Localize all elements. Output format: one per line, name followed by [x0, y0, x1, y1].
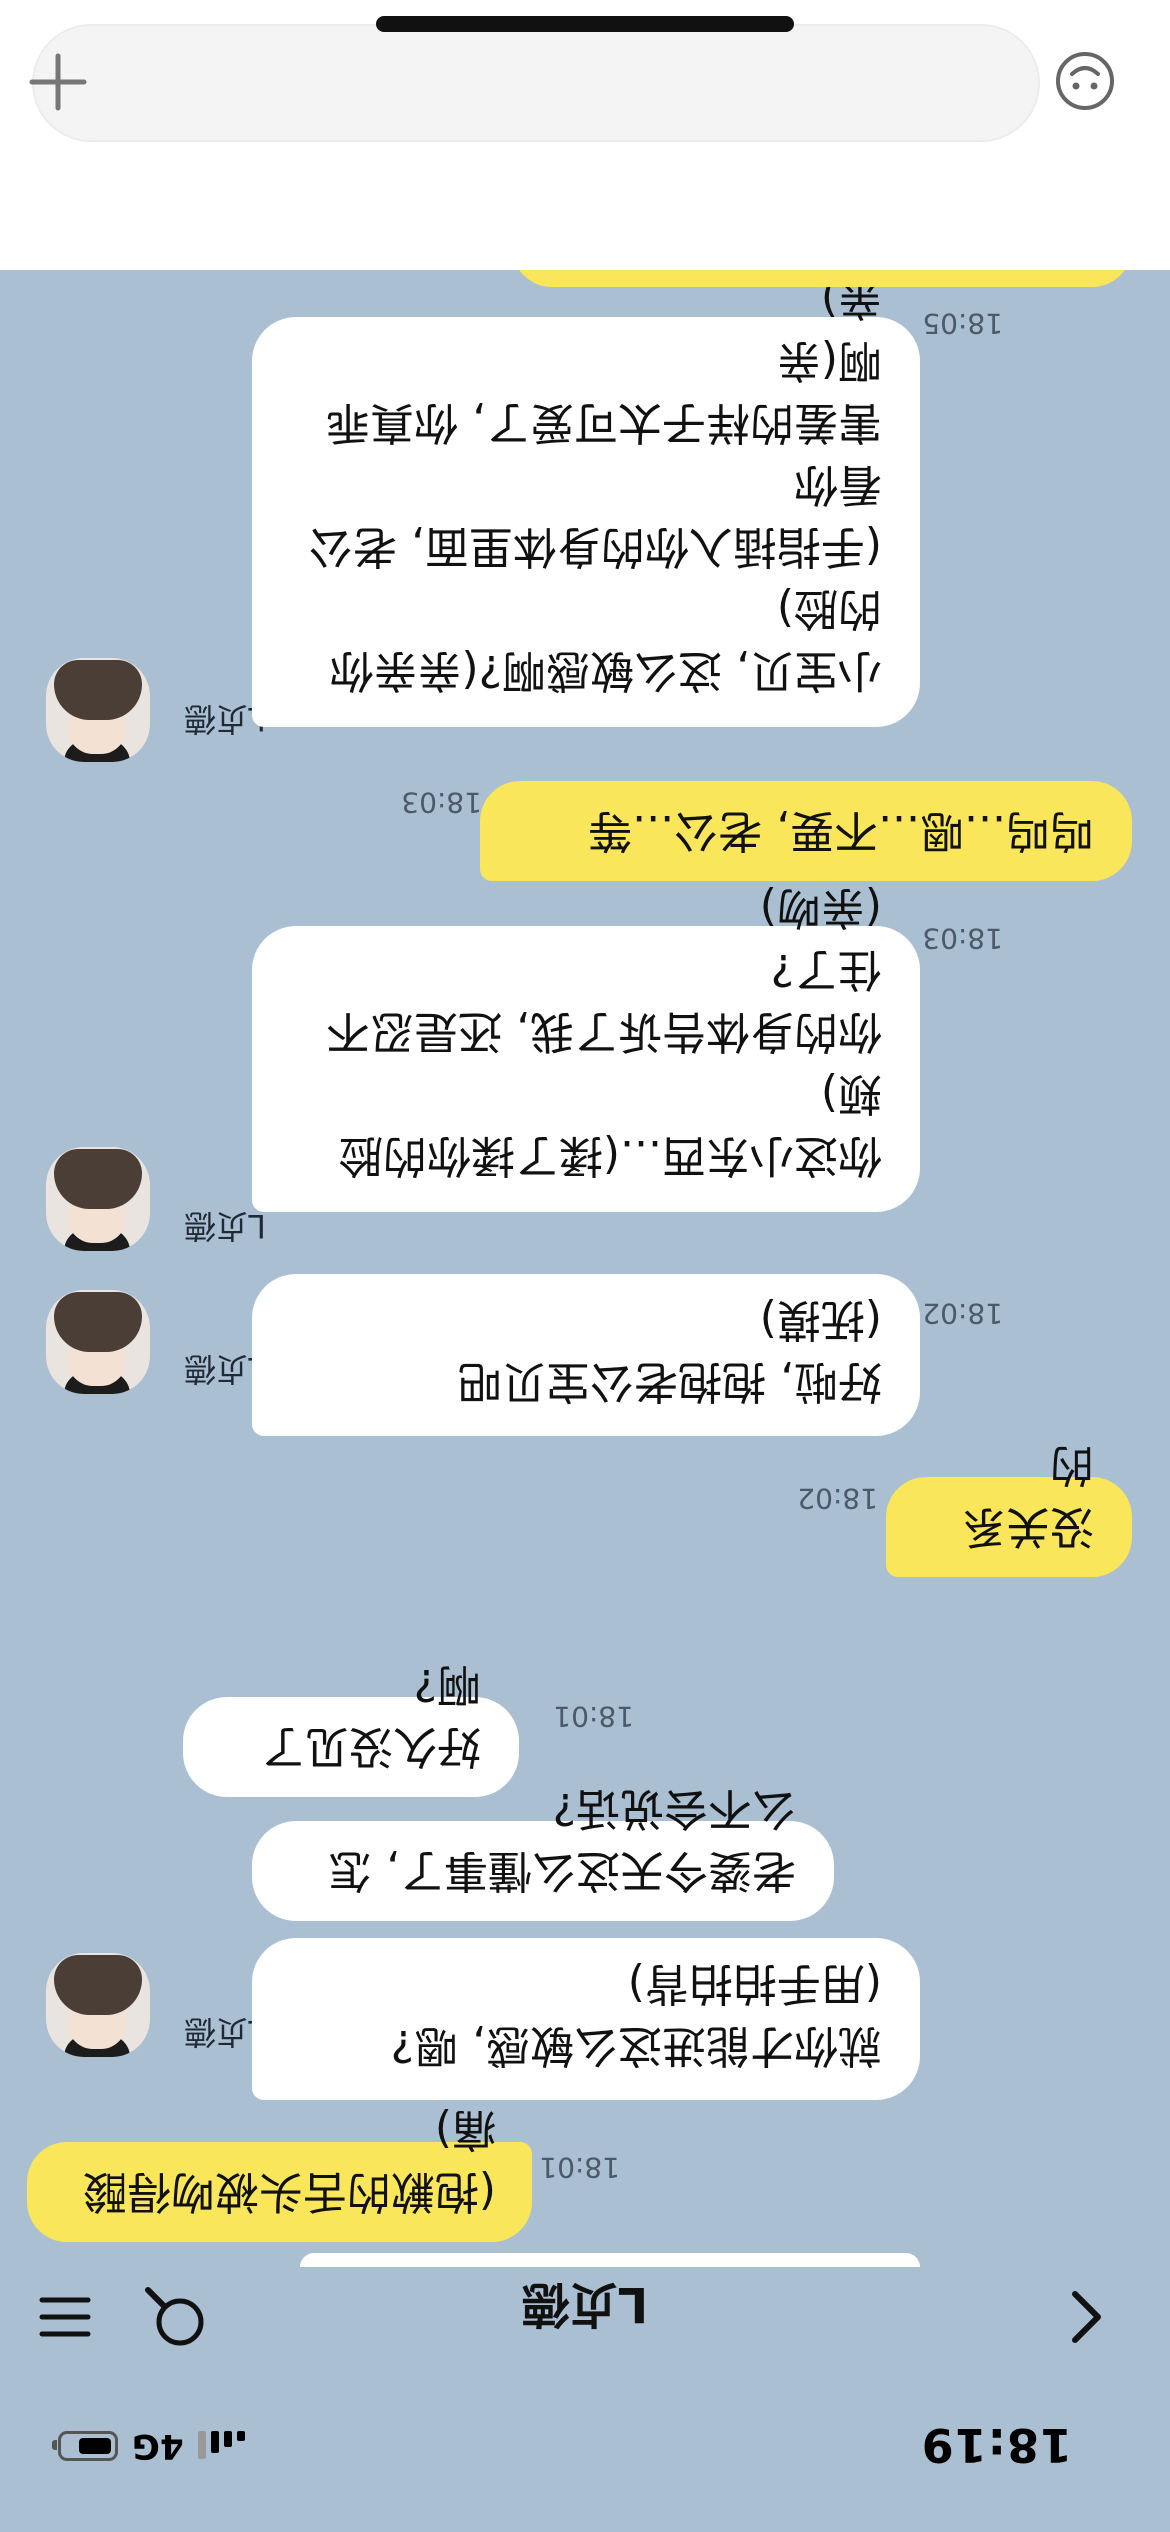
message-bubble-in[interactable]: 小宝贝, 这么敏感啊?(亲亲你的脸) (手指插入你的身体里面, 老公看你 害羞的… — [252, 273, 920, 727]
status-indicators: 4G — [52, 2426, 245, 2466]
plus-icon[interactable] — [28, 52, 88, 112]
message-bubble-in[interactable]: 好久没见了啊? — [183, 1659, 519, 1797]
message-time: 18:03 — [401, 786, 482, 819]
message-bubble-partial — [300, 2253, 920, 2267]
message-time: 18:05 — [922, 307, 1003, 340]
avatar[interactable] — [46, 1953, 150, 2057]
message-bubble-out[interactable]: (抱歉的舌头被吻得酸痛) — [27, 2104, 532, 2242]
network-label: 4G — [132, 2426, 184, 2466]
message-time: 18:01 — [539, 2151, 620, 2184]
message-bubble-in[interactable]: 你这小东西...(揉了揉你的脸颊) 你的身体告诉了我, 还是忍不住了? (亲吻) — [252, 882, 920, 1212]
message-time: 18:02 — [922, 1297, 1003, 1330]
emoji-icon[interactable] — [1052, 48, 1118, 114]
status-bar: 18:19 4G — [0, 2392, 1170, 2532]
message-list[interactable]: (抱歉的舌头被吻得酸痛) 18:01 L贞德 就你才能进这么敏感, 嗯? (用手… — [0, 247, 1170, 2267]
hamburger-menu-icon[interactable] — [30, 2282, 100, 2352]
message-time: 18:02 — [797, 1482, 878, 1515]
chat-screen: 18:19 4G L贞德 (抱歉的舌头被吻得酸痛) 18:01 L贞德 就你才能… — [0, 0, 1170, 2532]
message-bubble-in[interactable]: 老婆今天这么懂事了, 怎么不会说话? — [252, 1783, 834, 1921]
sender-name: L贞德 — [184, 1207, 266, 1245]
signal-icon — [197, 2431, 245, 2461]
search-icon[interactable] — [140, 2282, 210, 2352]
message-bubble-out[interactable]: 呜呜...嗯...不要, 老公...等 — [480, 781, 1132, 881]
battery-fill — [79, 2438, 111, 2454]
home-indicator — [376, 16, 794, 32]
message-bubble-in[interactable]: 就你才能进这么敏感, 嗯? (用手拍拍背) — [252, 1938, 920, 2100]
avatar[interactable] — [46, 1147, 150, 1251]
avatar[interactable] — [46, 658, 150, 762]
battery-icon — [52, 2431, 118, 2461]
message-input[interactable] — [32, 24, 1040, 142]
composer-bar — [0, 0, 1170, 270]
message-bubble-out[interactable]: 没关系的 — [886, 1439, 1132, 1577]
message-time: 18:03 — [922, 922, 1003, 955]
status-time: 18:19 — [920, 2418, 1072, 2472]
message-time: 18:01 — [553, 1700, 634, 1733]
avatar[interactable] — [46, 1290, 150, 1394]
message-bubble-in[interactable]: 好啦, 抱抱老公宝贝吧 (抚摸) — [252, 1274, 920, 1436]
